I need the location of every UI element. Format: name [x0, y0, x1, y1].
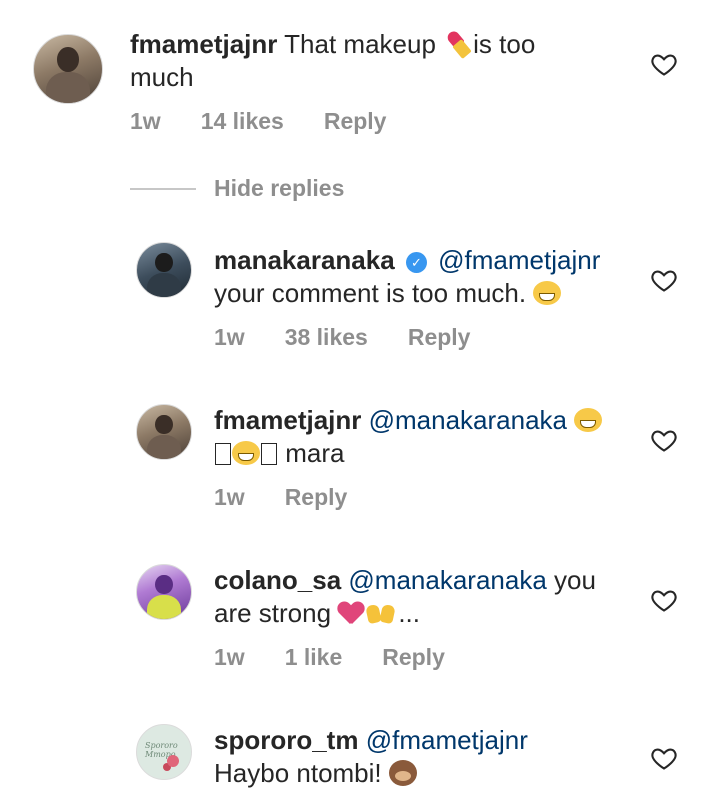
- divider: [130, 187, 196, 190]
- comment-text: much: [130, 62, 194, 92]
- comment-text: Haybo ntombi!: [214, 758, 382, 788]
- comment-meta: 1w Reply: [214, 484, 387, 511]
- avatar[interactable]: [136, 404, 192, 460]
- reply-button[interactable]: Reply: [382, 644, 445, 671]
- hide-replies-label: Hide replies: [214, 175, 345, 201]
- missing-glyph-box: [261, 443, 277, 465]
- username[interactable]: fmametjajnr: [214, 405, 361, 435]
- like-heart-icon[interactable]: [650, 744, 678, 772]
- lipstick-icon: [443, 29, 473, 59]
- reply-colano-sa: colano_sa @manakaranaka you are strong .…: [0, 552, 720, 692]
- likes-count[interactable]: 14 likes: [201, 108, 284, 135]
- avatar[interactable]: [136, 564, 192, 620]
- reply-button[interactable]: Reply: [408, 324, 471, 351]
- username[interactable]: manakaranaka: [214, 245, 395, 275]
- reply-manakaranaka: manakaranaka ✓ @fmametjajnr your comment…: [0, 230, 720, 370]
- missing-glyph-box: [215, 443, 231, 465]
- avatar[interactable]: [136, 242, 192, 298]
- username[interactable]: colano_sa: [214, 565, 341, 595]
- avatar[interactable]: Spororo Mmopo: [136, 724, 192, 780]
- comment-fmametjajnr-1: fmametjajnr That makeup is too much 1w 1…: [0, 0, 720, 150]
- reply-button[interactable]: Reply: [324, 108, 387, 135]
- ellipsis: ...: [398, 598, 420, 628]
- comment-text: you: [554, 565, 596, 595]
- like-heart-icon[interactable]: [650, 586, 678, 614]
- username[interactable]: spororo_tm: [214, 725, 358, 755]
- mention-link[interactable]: @fmametjajnr: [438, 245, 600, 275]
- comment-text: That makeup: [284, 29, 436, 59]
- likes-count[interactable]: 38 likes: [285, 324, 368, 351]
- comment-body: colano_sa @manakaranaka you are strong .…: [214, 564, 634, 630]
- reply-fmametjajnr: fmametjajnr @manakaranaka mara 1w Reply: [0, 392, 720, 532]
- comment-body: fmametjajnr That makeup is too much: [130, 28, 600, 94]
- like-heart-icon[interactable]: [650, 50, 678, 78]
- comment-meta: 1w 1 like Reply: [214, 644, 485, 671]
- like-heart-icon[interactable]: [650, 426, 678, 454]
- see-no-evil-monkey-icon: [388, 760, 417, 786]
- grinning-face-icon: [533, 281, 562, 305]
- heart-icon: [338, 602, 364, 624]
- timestamp: 1w: [214, 324, 245, 350]
- timestamp: 1w: [214, 644, 245, 670]
- mention-link[interactable]: @manakaranaka: [369, 405, 567, 435]
- comment-text: mara: [285, 438, 345, 468]
- comment-body: spororo_tm @fmametjajnr Haybo ntombi!: [214, 724, 634, 790]
- like-heart-icon[interactable]: [650, 266, 678, 294]
- comment-body: manakaranaka ✓ @fmametjajnr your comment…: [214, 244, 634, 310]
- hide-replies-button[interactable]: Hide replies: [130, 175, 344, 202]
- username[interactable]: fmametjajnr: [130, 29, 277, 59]
- comment-text: are strong: [214, 598, 332, 628]
- raised-hands-icon: [364, 599, 398, 625]
- comment-text: your comment is too much.: [214, 278, 527, 308]
- grinning-face-icon: [574, 408, 603, 432]
- comment-text: is too: [473, 29, 536, 59]
- avatar[interactable]: [33, 34, 103, 104]
- mention-link[interactable]: @fmametjajnr: [366, 725, 528, 755]
- comment-body: fmametjajnr @manakaranaka mara: [214, 404, 634, 470]
- mention-link[interactable]: @manakaranaka: [348, 565, 546, 595]
- likes-count[interactable]: 1 like: [285, 644, 343, 671]
- verified-badge-icon: ✓: [405, 252, 427, 273]
- comment-meta: 1w 38 likes Reply: [214, 324, 510, 351]
- grinning-face-icon: [232, 441, 260, 465]
- reply-button[interactable]: Reply: [285, 484, 348, 511]
- reply-spororo-tm: Spororo Mmopo spororo_tm @fmametjajnr Ha…: [0, 712, 720, 802]
- timestamp: 1w: [214, 484, 245, 510]
- flower-icon: [167, 755, 179, 767]
- comment-meta: 1w 14 likes Reply: [130, 108, 426, 135]
- timestamp: 1w: [130, 108, 161, 134]
